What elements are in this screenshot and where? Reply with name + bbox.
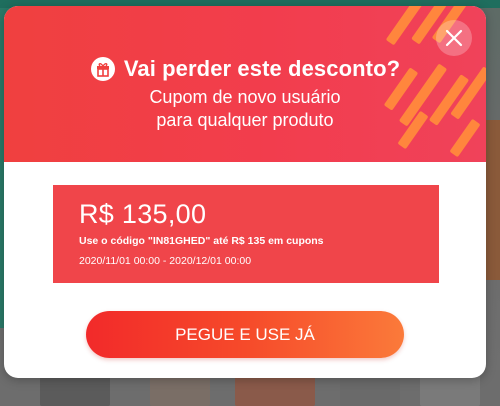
coupon-amount: R$ 135,00 (79, 199, 207, 229)
background-product-thumb (420, 374, 480, 406)
close-button[interactable] (436, 20, 472, 56)
modal-title: Vai perder este desconto? (123, 56, 401, 81)
background-product-thumb (40, 374, 110, 406)
coupon-card: R$ 135,00 Use o código "IN81GHED" até R$… (49, 185, 443, 283)
background-product-thumb (340, 374, 400, 406)
close-icon (445, 29, 463, 47)
title-row: Vai perder este desconto? (4, 56, 486, 82)
gift-icon (90, 57, 115, 81)
coupon-code-text: Use o código "IN81GHED" até R$ 135 em cu… (79, 235, 324, 247)
get-and-use-button[interactable]: PEGUE E USE JÁ (86, 311, 404, 358)
coupon-perforated-edge (440, 186, 443, 280)
modal-subtitle-line1: Cupom de novo usuário (149, 87, 341, 107)
modal-header: Vai perder este desconto? Cupom de novo … (4, 6, 486, 162)
discount-modal: Vai perder este desconto? Cupom de novo … (4, 6, 486, 378)
modal-subtitle-line2: para qualquer produto (156, 110, 334, 130)
coupon-validity: 2020/11/01 00:00 - 2020/12/01 00:00 (79, 255, 252, 267)
coupon-perforated-edge (49, 186, 52, 280)
background-product-thumb (235, 374, 315, 406)
background-product-thumb (150, 374, 210, 406)
